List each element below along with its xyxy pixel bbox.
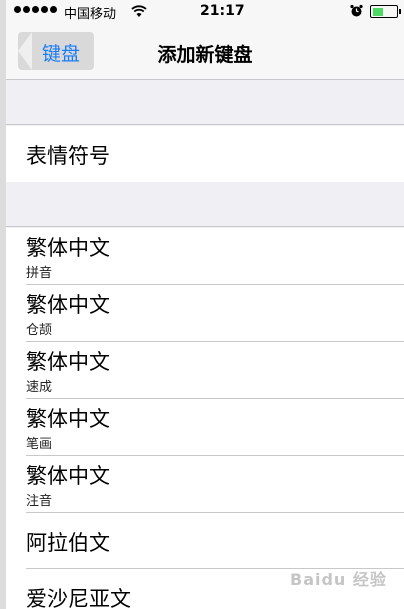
clock: 21:17 xyxy=(200,3,245,19)
list-item-label: 繁体中文 xyxy=(26,407,110,431)
list-item[interactable]: 繁体中文 仓颉 xyxy=(6,285,404,342)
list-item-sublabel: 拼音 xyxy=(26,266,53,281)
carrier-name: 中国移动 xyxy=(64,7,117,22)
list-item-sublabel: 仓颉 xyxy=(26,323,53,338)
status-bar: 中国移动 21:17 xyxy=(6,0,404,24)
list-item-label: 繁体中文 xyxy=(26,236,110,260)
list-item-label: 繁体中文 xyxy=(26,464,110,488)
section-spacer xyxy=(6,81,404,125)
list-item[interactable]: 繁体中文 拼音 xyxy=(6,228,404,285)
list-item[interactable]: 繁体中文 注音 xyxy=(6,456,404,513)
section-spacer xyxy=(6,183,404,227)
battery-icon xyxy=(370,5,401,18)
watermark: Baidu 经验 xyxy=(290,570,387,589)
section-keyboards: 繁体中文 拼音 繁体中文 仓颉 繁体中文 速成 繁体中文 笔画 繁体中文 注音 … xyxy=(6,228,404,609)
section-emoji: 表情符号 xyxy=(6,126,404,182)
list-item[interactable]: 繁体中文 笔画 xyxy=(6,399,404,456)
list-item[interactable]: 阿拉伯文 xyxy=(6,513,404,569)
signal-strength-icon xyxy=(14,6,57,13)
battery-level xyxy=(372,7,383,16)
navigation-bar: 键盘 添加新键盘 xyxy=(6,24,404,80)
list-item-label: 爱沙尼亚文 xyxy=(26,587,131,609)
list-item-label: 表情符号 xyxy=(26,144,110,168)
list-item-label: 繁体中文 xyxy=(26,293,110,317)
list-item[interactable]: 繁体中文 速成 xyxy=(6,342,404,399)
list-item-label: 阿拉伯文 xyxy=(26,531,110,555)
list-item-sublabel: 注音 xyxy=(26,494,53,509)
alarm-clock-icon xyxy=(350,4,363,17)
list-item-emoji[interactable]: 表情符号 xyxy=(6,126,404,182)
list-item-label: 繁体中文 xyxy=(26,350,110,374)
page-title: 添加新键盘 xyxy=(157,44,253,66)
list-item-sublabel: 速成 xyxy=(26,380,53,395)
list-item-sublabel: 笔画 xyxy=(26,437,53,452)
wifi-icon xyxy=(131,5,147,17)
screen: 中国移动 21:17 键盘 添加新键盘 表情符号 繁体中文 拼音 繁体中文 仓颉… xyxy=(0,0,404,609)
